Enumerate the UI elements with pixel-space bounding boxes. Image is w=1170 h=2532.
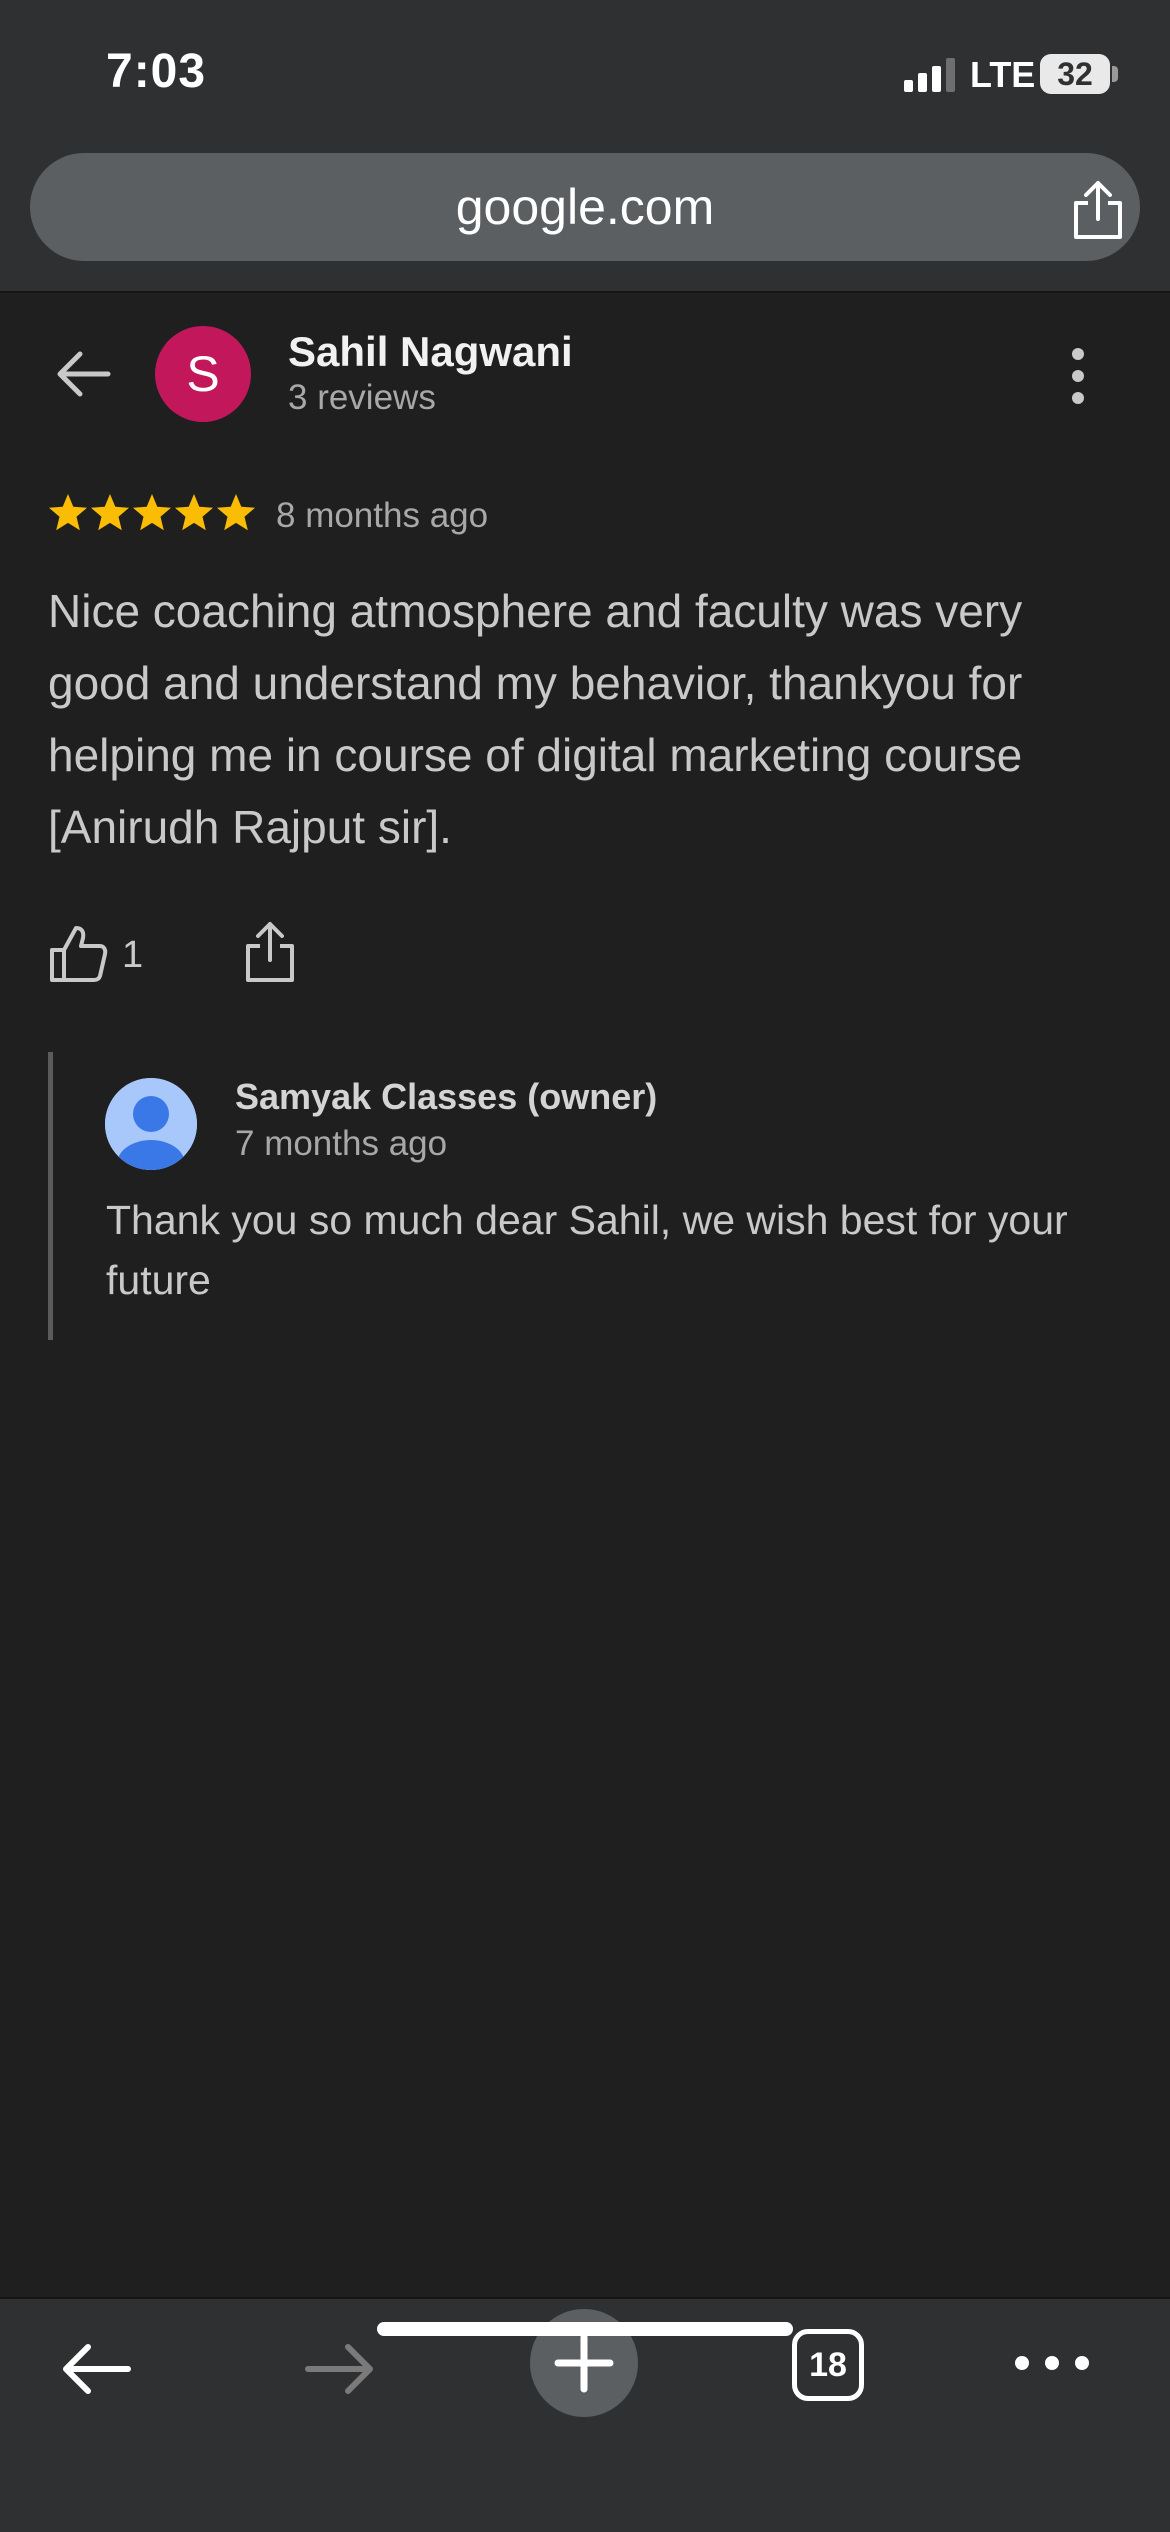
reviewer-name[interactable]: Sahil Nagwani <box>288 328 573 376</box>
reviewer-avatar[interactable]: S <box>155 326 251 422</box>
reviewer-review-count: 3 reviews <box>288 378 436 417</box>
back-arrow-icon[interactable] <box>56 2329 136 2409</box>
share-icon[interactable] <box>1070 179 1126 241</box>
owner-reply-text: Thank you so much dear Sahil, we wish be… <box>106 1197 1068 1303</box>
status-time: 7:03 <box>106 45 207 98</box>
star-icon <box>49 494 87 531</box>
owner-reply-time: 7 months ago <box>235 1124 448 1163</box>
forward-arrow-icon[interactable] <box>300 2329 380 2409</box>
thumbs-up-icon[interactable] <box>48 924 108 984</box>
owner-reply: Samyak Classes (owner) 7 months ago Than… <box>48 1052 1128 1340</box>
more-vert-icon[interactable] <box>1066 344 1090 408</box>
like-count: 1 <box>122 934 144 976</box>
tab-count: 18 <box>809 2345 847 2384</box>
address-bar-area: google.com <box>0 145 1170 293</box>
battery-tip <box>1112 66 1118 82</box>
tab-switcher-button[interactable]: 18 <box>792 2329 864 2401</box>
battery-level: 32 <box>1057 55 1093 92</box>
battery-icon: 32 <box>1040 54 1110 94</box>
owner-name: Samyak Classes (owner) <box>235 1076 658 1117</box>
review-time: 8 months ago <box>276 496 489 535</box>
status-bar: 7:03 LTE 32 <box>0 0 1170 145</box>
home-indicator[interactable] <box>377 2322 793 2336</box>
star-icon <box>175 494 213 531</box>
back-arrow-icon[interactable] <box>52 342 116 406</box>
url-text[interactable]: google.com <box>30 153 1140 261</box>
network-label: LTE <box>970 54 1036 95</box>
star-icon <box>217 494 255 531</box>
address-bar[interactable]: google.com <box>30 153 1140 261</box>
share-icon[interactable] <box>244 920 296 984</box>
signal-icon <box>904 58 955 92</box>
star-rating <box>49 494 255 531</box>
star-icon <box>91 494 129 531</box>
default-profile-icon <box>105 1078 197 1170</box>
star-icon <box>133 494 171 531</box>
review-header: S Sahil Nagwani 3 reviews <box>0 320 1170 430</box>
review-text: Nice coaching atmosphere and faculty was… <box>48 585 1023 853</box>
more-horiz-icon[interactable] <box>1012 2343 1092 2383</box>
